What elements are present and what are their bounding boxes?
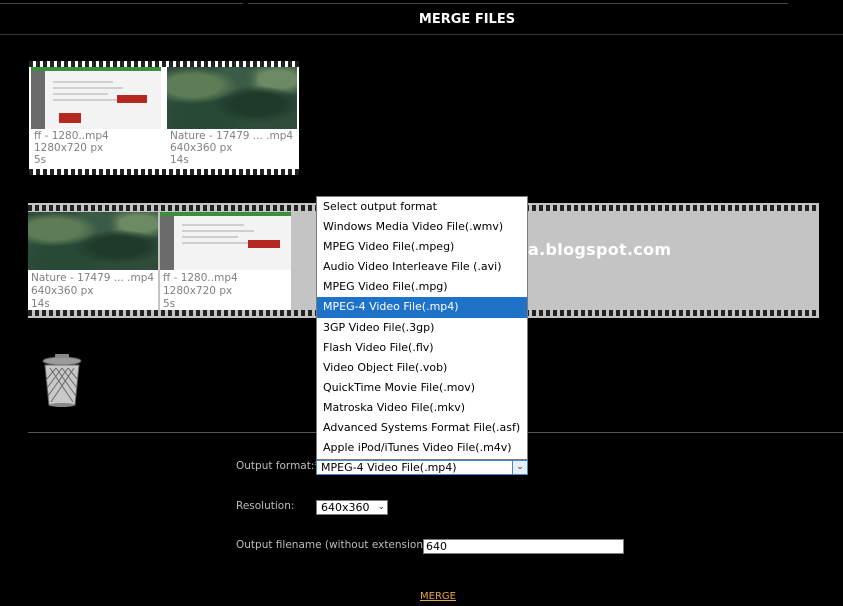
title-divider (0, 34, 843, 35)
source-clip-nature[interactable]: Nature - 17479 ... .mp4 640x360 px 14s (167, 67, 297, 169)
clip-resolution: 1280x720 px (163, 285, 233, 297)
output-filename-label: Output filename (without extension):* (236, 539, 436, 551)
top-tab-segment (248, 0, 788, 4)
clip-name: Nature - 17479 ... .mp4 (170, 130, 294, 142)
format-option[interactable]: Flash Video File(.flv) (317, 338, 527, 358)
page-title: MERGE FILES (418, 12, 516, 27)
filmstrip-sprockets (29, 169, 299, 175)
clip-duration: 5s (34, 154, 47, 166)
output-format-select[interactable]: MPEG-4 Video File(.mp4) ⌄ (316, 460, 528, 475)
clip-duration: 14s (31, 298, 50, 310)
merge-button[interactable]: MERGE (420, 591, 456, 602)
clip-name: ff - 1280..mp4 (34, 130, 109, 142)
video-thumbnail (167, 67, 297, 129)
source-clip-ff[interactable]: ff - 1280..mp4 1280x720 px 5s (31, 67, 161, 169)
source-filmstrip: ff - 1280..mp4 1280x720 px 5s Nature - 1… (29, 61, 299, 175)
clip-duration: 5s (163, 298, 176, 310)
trash-can-icon[interactable] (40, 352, 84, 408)
format-option[interactable]: Windows Media Video File(.wmv) (317, 217, 527, 237)
format-option[interactable]: MPEG Video File(.mpeg) (317, 237, 527, 257)
chevron-down-icon[interactable]: ⌄ (512, 461, 527, 474)
clip-name: ff - 1280..mp4 (163, 272, 238, 284)
format-option[interactable]: Video Object File(.vob) (317, 358, 527, 378)
format-option[interactable]: Audio Video Interleave File (.avi) (317, 257, 527, 277)
output-format-label: Output format:* (236, 460, 320, 472)
resolution-select[interactable]: 640x360 ⌄ (316, 500, 388, 515)
video-thumbnail (31, 67, 161, 129)
top-tab-strip (0, 0, 843, 4)
format-option[interactable]: Matroska Video File(.mkv) (317, 398, 527, 418)
format-option[interactable]: 3GP Video File(.3gp) (317, 318, 527, 338)
chevron-down-icon: ⌄ (377, 502, 385, 512)
video-thumbnail (160, 212, 291, 270)
output-filename-input[interactable]: 640 (423, 539, 624, 554)
clip-name: Nature - 17479 ... .mp4 (31, 272, 155, 284)
output-format-dropdown-list[interactable]: Select output format Windows Media Video… (316, 196, 528, 460)
resolution-label: Resolution: (236, 500, 295, 512)
resolution-value: 640x360 (321, 501, 370, 514)
format-option-selected[interactable]: MPEG-4 Video File(.mp4) (317, 297, 527, 318)
video-thumbnail (28, 212, 158, 270)
top-tab-segment (0, 0, 243, 4)
output-format-value: MPEG-4 Video File(.mp4) (321, 461, 457, 474)
clip-resolution: 1280x720 px (34, 142, 104, 154)
merge-clip-ff[interactable]: ff - 1280..mp4 1280x720 px 5s (160, 212, 291, 310)
format-option[interactable]: Advanced Systems Format File(.asf) (317, 418, 527, 438)
format-option[interactable]: Select output format (317, 197, 527, 217)
clip-resolution: 640x360 px (31, 285, 94, 297)
merge-clip-nature[interactable]: Nature - 17479 ... .mp4 640x360 px 14s (28, 212, 158, 310)
format-option[interactable]: MPEG Video File(.mpg) (317, 277, 527, 297)
clip-resolution: 640x360 px (170, 142, 233, 154)
clip-duration: 14s (170, 154, 189, 166)
format-option[interactable]: Apple iPod/iTunes Video File(.m4v) (317, 438, 527, 458)
format-option[interactable]: QuickTime Movie File(.mov) (317, 378, 527, 398)
